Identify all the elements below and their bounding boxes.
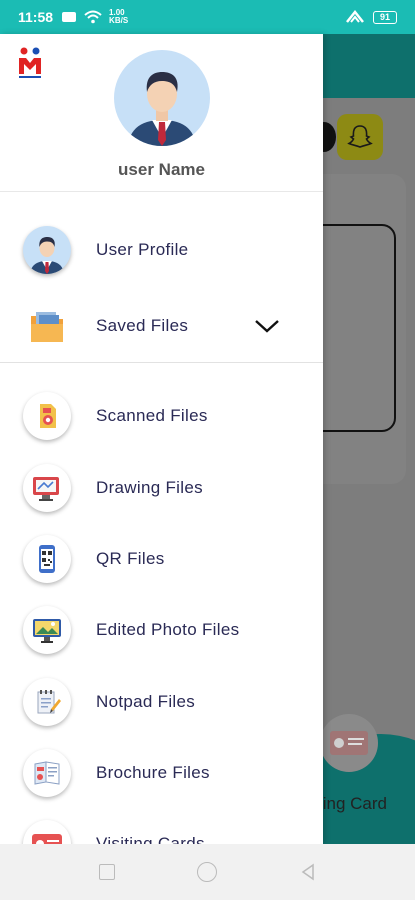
menu-item-edited-photo-files[interactable]: Edited Photo Files bbox=[0, 600, 323, 660]
menu-label: Saved Files bbox=[96, 316, 189, 335]
network-rate: 1.00 KB/S bbox=[109, 8, 129, 25]
wifi-icon bbox=[84, 10, 102, 24]
recents-button[interactable] bbox=[98, 864, 115, 880]
folder-icon bbox=[23, 302, 71, 350]
user-avatar-icon bbox=[23, 226, 71, 274]
chevron-down-icon[interactable] bbox=[254, 318, 280, 334]
menu-item-notpad-files[interactable]: Notpad Files bbox=[0, 672, 323, 732]
divider bbox=[0, 362, 323, 363]
menu-label: Notpad Files bbox=[96, 692, 196, 711]
menu-label: Brochure Files bbox=[96, 763, 210, 782]
user-avatar[interactable] bbox=[114, 50, 210, 146]
user-name: user Name bbox=[118, 160, 205, 179]
menu-item-saved-files[interactable]: Saved Files bbox=[0, 296, 323, 356]
system-nav-bar bbox=[0, 844, 415, 900]
visiting-card-label: ting Card bbox=[318, 794, 387, 813]
brand-logo bbox=[19, 47, 41, 78]
qr-phone-icon bbox=[23, 535, 71, 583]
drawer-header: user Name bbox=[0, 34, 323, 192]
home-button[interactable] bbox=[196, 862, 217, 882]
notification-icon bbox=[62, 12, 77, 22]
menu-label: User Profile bbox=[96, 240, 189, 259]
menu-item-drawing-files[interactable]: Drawing Files bbox=[0, 458, 323, 518]
notepad-icon bbox=[23, 678, 71, 726]
menu-item-scanned-files[interactable]: Scanned Files bbox=[0, 386, 323, 446]
visiting-card-icon bbox=[23, 820, 71, 844]
brochure-icon bbox=[23, 749, 71, 797]
snapchat-icon bbox=[337, 114, 383, 160]
menu-label: QR Files bbox=[96, 549, 165, 568]
menu-item-user-profile[interactable]: User Profile bbox=[0, 220, 323, 280]
visiting-card-icon bbox=[320, 714, 378, 772]
back-button[interactable] bbox=[299, 863, 317, 881]
drawing-icon bbox=[23, 464, 71, 512]
scan-doc-icon bbox=[23, 392, 71, 440]
navigation-drawer: user Name User Profile Saved Files Scann… bbox=[0, 34, 323, 844]
battery-icon: 91 bbox=[373, 10, 397, 24]
menu-item-qr-files[interactable]: QR Files bbox=[0, 529, 323, 589]
menu-label: Scanned Files bbox=[96, 406, 208, 425]
menu-item-visiting-cards[interactable]: Visiting Cards bbox=[0, 814, 323, 844]
status-bar: 11:58 1.00 KB/S 91 bbox=[0, 0, 415, 34]
status-time: 11:58 bbox=[18, 9, 54, 25]
menu-label: Drawing Files bbox=[96, 478, 203, 497]
menu-label: Edited Photo Files bbox=[96, 620, 240, 639]
menu-label: Visiting Cards bbox=[96, 834, 205, 844]
photo-edit-icon bbox=[23, 606, 71, 654]
menu-item-brochure-files[interactable]: Brochure Files bbox=[0, 743, 323, 803]
nfc-icon bbox=[346, 10, 364, 23]
